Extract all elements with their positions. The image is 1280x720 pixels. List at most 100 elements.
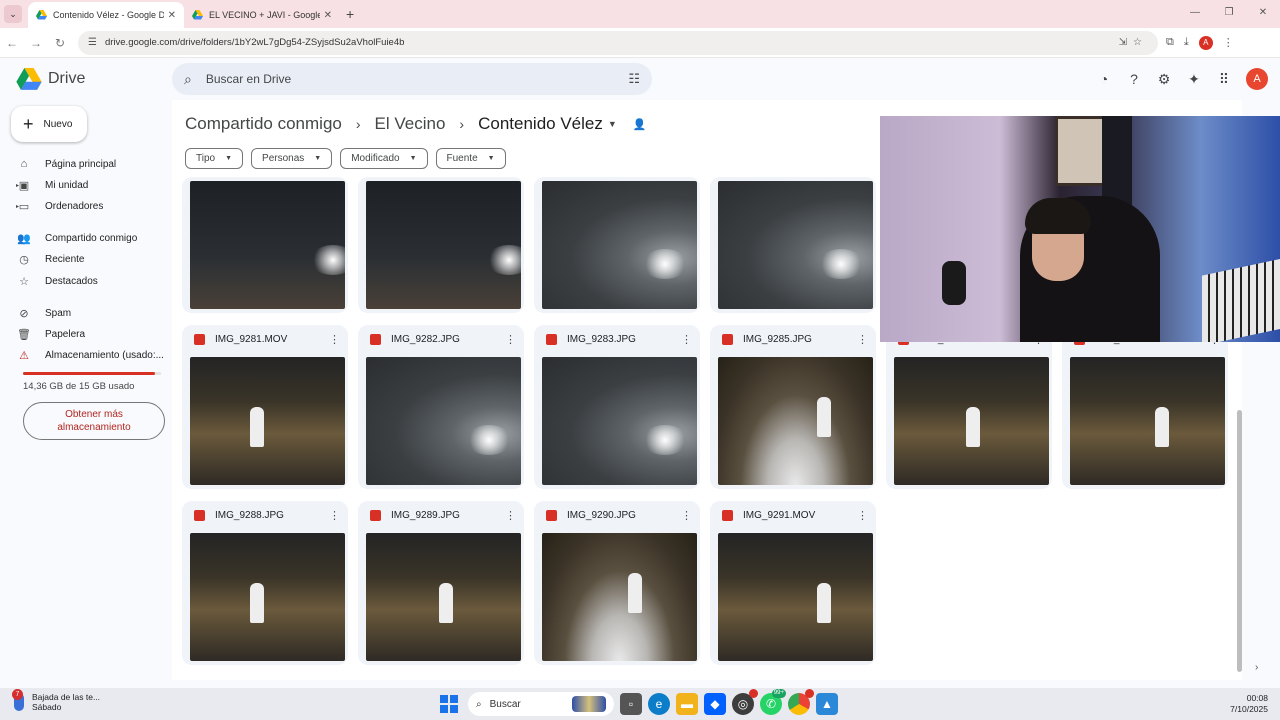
file-thumbnail[interactable] [894,357,1049,485]
search-icon[interactable]: ⌕ [184,71,192,88]
more-actions-icon[interactable]: ⋮ [857,333,868,346]
file-thumbnail[interactable] [366,533,521,661]
site-info-icon[interactable]: ☰ [88,37,97,48]
file-card[interactable]: IMG_9281.MOV ⋮ [182,325,348,489]
apps-grid-icon[interactable]: ⠿ [1216,71,1232,87]
forward-icon[interactable]: → [24,36,48,50]
file-thumbnail[interactable] [718,357,873,485]
whatsapp-icon[interactable]: ✆ 99+ [760,689,786,715]
edge-icon[interactable]: e [648,693,670,715]
file-thumbnail[interactable] [190,181,345,309]
file-thumbnail[interactable] [1070,357,1225,485]
file-thumbnail[interactable] [366,181,521,309]
help-icon[interactable]: ? [1126,71,1142,87]
sidebar-item-spam[interactable]: ⊘ Spam [16,303,71,323]
file-card[interactable] [534,177,700,313]
file-thumbnail[interactable] [190,533,345,661]
scrollbar[interactable] [1237,410,1242,672]
filter-modified[interactable]: Modificado ▼ [340,148,428,169]
restore-icon[interactable]: ❐ [1212,0,1246,28]
file-card[interactable]: IMG_9287.JPG⋮ [1062,325,1228,489]
back-icon[interactable]: ← [0,36,24,50]
file-thumbnail[interactable] [542,181,697,309]
taskbar-search[interactable]: ⌕ Buscar [468,692,614,716]
browser-menu-icon[interactable]: ⋮ [1223,36,1234,49]
sidebar-item-my-drive[interactable]: ▸ ▣ Mi unidad [16,175,88,195]
install-icon[interactable]: ⇲ [1119,37,1133,48]
new-button[interactable]: + Nuevo [11,106,87,142]
tab-search-button[interactable]: ⌄ [4,5,22,23]
file-thumbnail[interactable] [366,357,521,485]
sidebar-item-computers[interactable]: ▸ ▭ Ordenadores [16,196,103,216]
file-thumbnail[interactable] [190,357,345,485]
settings-gear-icon[interactable]: ⚙ [1156,71,1172,87]
sidebar-item-recent[interactable]: ◷ Reciente [16,249,84,269]
file-card[interactable]: IMG_9289.JPG ⋮ [358,501,524,665]
file-card[interactable] [358,177,524,313]
filter-people[interactable]: Personas ▼ [251,148,333,169]
more-actions-icon[interactable]: ⋮ [505,509,516,522]
ready-offline-icon[interactable]: ◔ [1096,71,1112,87]
more-actions-icon[interactable]: ⋮ [681,333,692,346]
minimize-icon[interactable]: — [1178,0,1212,28]
more-actions-icon[interactable]: ⋮ [681,509,692,522]
close-window-icon[interactable]: ✕ [1246,0,1280,28]
profile-avatar[interactable]: A [1198,35,1213,50]
file-card[interactable]: IMG_9290.JPG ⋮ [534,501,700,665]
gemini-sparkle-icon[interactable]: ✦ [1186,71,1202,87]
account-avatar[interactable]: A [1246,68,1268,90]
expand-caret-icon[interactable]: ▸ [16,182,19,189]
chevron-right-icon[interactable]: › [1255,662,1258,673]
extensions-icon[interactable]: ⧉ [1166,36,1174,49]
folder-dropdown-icon[interactable]: ▼ [608,119,617,129]
file-card[interactable]: IMG_9282.JPG ⋮ [358,325,524,489]
drive-search-bar[interactable]: ⌕ Buscar en Drive ☷ [172,63,652,95]
expand-caret-icon[interactable]: ▸ [16,203,19,210]
dropbox-icon[interactable]: ◆ [704,693,726,715]
close-tab-icon[interactable]: ✕ [168,10,176,21]
file-thumbnail[interactable] [542,533,697,661]
sidebar-item-shared[interactable]: 👥 Compartido conmigo [16,228,137,248]
breadcrumb-el-vecino[interactable]: El Vecino [375,114,446,134]
sidebar-item-storage[interactable]: ⚠ Almacenamiento (usado:... [16,345,164,365]
system-clock[interactable]: 00:08 7/10/2025 [1230,693,1268,715]
more-actions-icon[interactable]: ⋮ [505,333,516,346]
file-thumbnail[interactable] [718,181,873,309]
new-tab-button[interactable]: + [346,6,354,22]
file-card[interactable] [182,177,348,313]
search-options-icon[interactable]: ☷ [628,71,640,87]
file-card[interactable]: IMG_9291.MOV ⋮ [710,501,876,665]
download-icon[interactable]: ⤓ [1184,36,1189,49]
filter-source[interactable]: Fuente ▼ [435,148,506,169]
more-actions-icon[interactable]: ⋮ [857,509,868,522]
breadcrumb-shared-with-me[interactable]: Compartido conmigo [185,114,342,134]
tab-el-vecino-javi[interactable]: EL VECINO + JAVI - Google Dri ✕ [184,2,340,28]
obs-icon[interactable]: ◎ [732,689,758,715]
filter-type[interactable]: Tipo ▼ [185,148,244,169]
photos-icon[interactable]: ▲ [816,693,838,715]
drive-logo[interactable]: Drive [16,67,172,91]
address-bar[interactable]: ☰ drive.google.com/drive/folders/1bY2wL7… [78,30,1158,55]
more-actions-icon[interactable]: ⋮ [329,333,340,346]
get-more-storage-button[interactable]: Obtener más almacenamiento [23,402,165,440]
tab-contenido-velez[interactable]: Contenido Vélez - Google Drive ✕ [28,2,184,28]
breadcrumb-current-folder[interactable]: Contenido Vélez [478,114,603,134]
bookmark-star-icon[interactable]: ☆ [1133,37,1148,48]
close-tab-icon[interactable]: ✕ [324,10,332,21]
file-thumbnail[interactable] [718,533,873,661]
file-card[interactable] [710,177,876,313]
shared-folder-icon[interactable]: 👤 [633,118,647,131]
chrome-icon[interactable] [788,689,814,715]
file-explorer-icon[interactable]: ▬ [676,693,698,715]
file-card[interactable]: IMG_9283.JPG ⋮ [534,325,700,489]
sidebar-item-trash[interactable]: 🗑 Papelera [16,324,85,344]
reload-icon[interactable]: ↻ [48,36,72,50]
file-card[interactable]: IMG_9288.JPG ⋮ [182,501,348,665]
windows-start-icon[interactable] [440,695,458,713]
more-actions-icon[interactable]: ⋮ [329,509,340,522]
file-thumbnail[interactable] [542,357,697,485]
file-card[interactable]: IMG_9285.JPG ⋮ [710,325,876,489]
task-view-icon[interactable]: ▫ [620,693,642,715]
file-card[interactable]: IMG_9286.JPG⋮ [886,325,1052,489]
sidebar-item-starred[interactable]: ☆ Destacados [16,271,98,291]
